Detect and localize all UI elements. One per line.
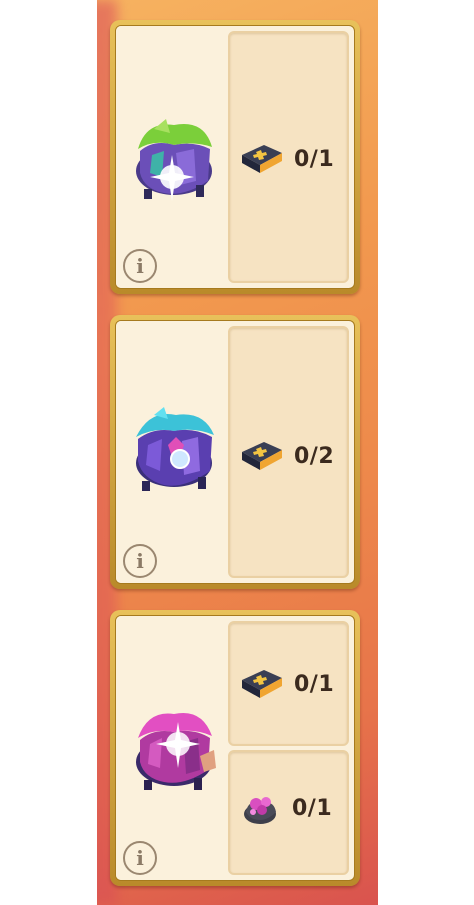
card-panel: i 0/1 xyxy=(115,25,355,289)
requirement-slot: 0/1 xyxy=(228,750,349,875)
info-button[interactable]: i xyxy=(123,249,157,283)
requirement-slot: 0/1 xyxy=(228,31,349,283)
requirements-column: 0/2 xyxy=(228,326,349,578)
gold-cross-spellbook-icon xyxy=(242,670,282,698)
pink-crystal-pouch-icon xyxy=(244,797,276,824)
requirement-item: 0/1 xyxy=(238,143,334,175)
building-card: i 0/1 xyxy=(110,20,360,294)
blue-purple-crystal-house-icon xyxy=(136,407,214,491)
building-card: i 0/1 xyxy=(110,610,360,886)
info-button[interactable]: i xyxy=(123,544,157,578)
building-preview xyxy=(116,321,224,583)
card-panel: i 0/1 xyxy=(115,615,355,881)
requirement-item: 0/1 xyxy=(238,668,334,700)
requirement-count: 0/1 xyxy=(294,671,335,697)
requirement-count: 0/1 xyxy=(294,146,335,172)
requirement-slot: 0/2 xyxy=(228,326,349,578)
requirements-column: 0/1 0/1 xyxy=(228,621,349,875)
card-panel: i 0/2 xyxy=(115,320,355,584)
requirement-item: 0/1 xyxy=(240,790,332,826)
green-purple-crystal-house-icon xyxy=(136,119,212,201)
gold-cross-spellbook-icon xyxy=(242,442,282,470)
requirement-count: 0/2 xyxy=(294,443,335,469)
requirements-column: 0/1 xyxy=(228,31,349,283)
requirement-count: 0/1 xyxy=(292,795,333,821)
building-preview xyxy=(116,26,224,288)
requirement-slot: 0/1 xyxy=(228,621,349,746)
building-preview xyxy=(116,616,224,880)
requirement-item: 0/2 xyxy=(238,440,334,472)
info-button[interactable]: i xyxy=(123,841,157,875)
gold-cross-spellbook-icon xyxy=(242,145,282,173)
building-card: i 0/2 xyxy=(110,315,360,589)
pink-crystal-house-icon xyxy=(136,712,216,790)
